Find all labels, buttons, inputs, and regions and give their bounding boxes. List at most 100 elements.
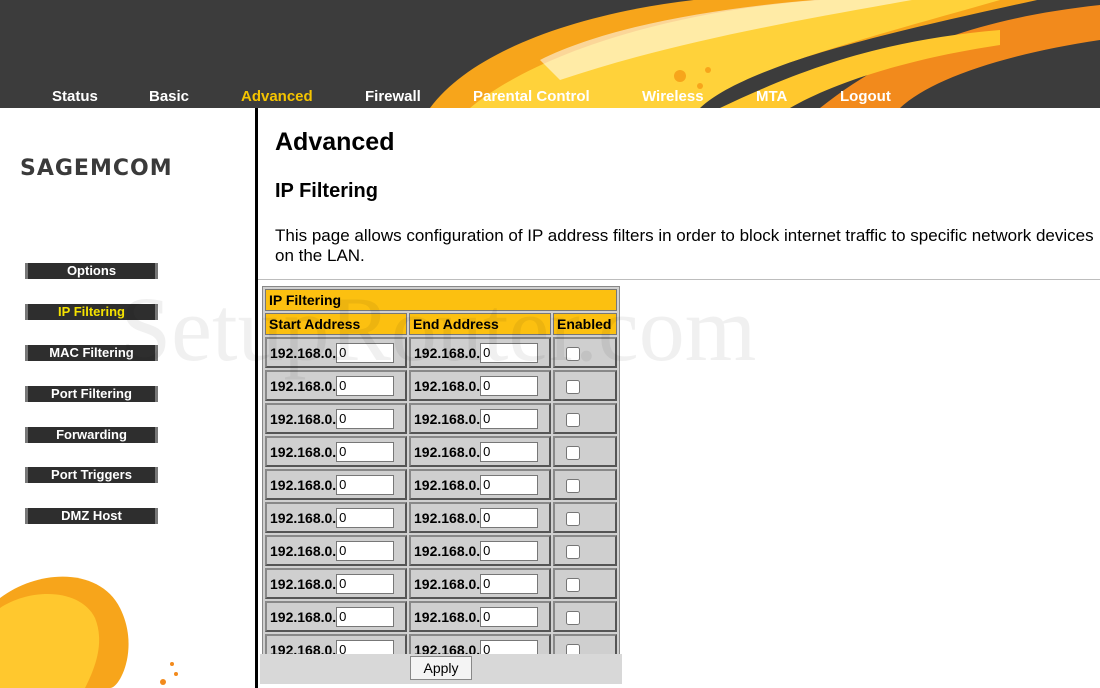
table-row: 192.168.0. 192.168.0. bbox=[265, 403, 617, 434]
sidebar-item-dmz-host[interactable]: DMZ Host bbox=[25, 508, 158, 524]
start-address-prefix: 192.168.0. bbox=[270, 410, 337, 427]
enabled-cell bbox=[553, 601, 617, 632]
start-address-prefix: 192.168.0. bbox=[270, 344, 337, 361]
enabled-cell bbox=[553, 436, 617, 467]
start-address-input[interactable] bbox=[336, 540, 395, 561]
end-address-cell: 192.168.0. bbox=[409, 337, 551, 368]
start-address-prefix: 192.168.0. bbox=[270, 542, 337, 559]
end-address-prefix: 192.168.0. bbox=[414, 509, 481, 526]
start-address-prefix: 192.168.0. bbox=[270, 377, 337, 394]
end-address-input[interactable] bbox=[480, 408, 539, 429]
sidebar-item-forwarding[interactable]: Forwarding bbox=[25, 427, 158, 443]
end-address-prefix: 192.168.0. bbox=[414, 575, 481, 592]
start-address-cell: 192.168.0. bbox=[265, 337, 407, 368]
start-address-cell: 192.168.0. bbox=[265, 403, 407, 434]
table-row: 192.168.0. 192.168.0. bbox=[265, 535, 617, 566]
sidebar-item-port-filtering[interactable]: Port Filtering bbox=[25, 386, 158, 402]
end-address-cell: 192.168.0. bbox=[409, 436, 551, 467]
end-address-input[interactable] bbox=[480, 375, 539, 396]
sidebar-item-ip-filtering[interactable]: IP Filtering bbox=[25, 304, 158, 320]
enabled-checkbox[interactable] bbox=[566, 544, 580, 559]
enabled-cell bbox=[553, 568, 617, 599]
page-description: This page allows configuration of IP add… bbox=[275, 226, 1094, 265]
enabled-cell bbox=[553, 469, 617, 500]
end-address-input[interactable] bbox=[480, 441, 539, 462]
enabled-checkbox[interactable] bbox=[566, 577, 580, 592]
end-address-cell: 192.168.0. bbox=[409, 535, 551, 566]
start-address-input[interactable] bbox=[336, 441, 395, 462]
start-address-input[interactable] bbox=[336, 375, 395, 396]
enabled-checkbox[interactable] bbox=[566, 445, 580, 460]
start-address-cell: 192.168.0. bbox=[265, 370, 407, 401]
sidebar-item-mac-filtering[interactable]: MAC Filtering bbox=[25, 345, 158, 361]
start-address-cell: 192.168.0. bbox=[265, 502, 407, 533]
end-address-input[interactable] bbox=[480, 342, 539, 363]
start-address-cell: 192.168.0. bbox=[265, 568, 407, 599]
end-address-prefix: 192.168.0. bbox=[414, 344, 481, 361]
start-address-input[interactable] bbox=[336, 342, 395, 363]
start-address-input[interactable] bbox=[336, 408, 395, 429]
top-nav: Status Basic Advanced Firewall Parental Cont… bbox=[0, 88, 1100, 108]
start-address-input[interactable] bbox=[336, 606, 395, 627]
table-row: 192.168.0. 192.168.0. bbox=[265, 601, 617, 632]
horizontal-divider bbox=[258, 279, 1100, 280]
enabled-checkbox[interactable] bbox=[566, 346, 580, 361]
start-address-input[interactable] bbox=[336, 573, 395, 594]
end-address-cell: 192.168.0. bbox=[409, 403, 551, 434]
nav-item-logout[interactable]: Logout bbox=[840, 88, 891, 105]
end-address-prefix: 192.168.0. bbox=[414, 542, 481, 559]
end-address-cell: 192.168.0. bbox=[409, 568, 551, 599]
end-address-prefix: 192.168.0. bbox=[414, 476, 481, 493]
page-title: Advanced bbox=[275, 128, 395, 156]
start-address-prefix: 192.168.0. bbox=[270, 575, 337, 592]
column-header-start: Start Address bbox=[265, 313, 407, 335]
end-address-input[interactable] bbox=[480, 606, 539, 627]
table-row: 192.168.0. 192.168.0. bbox=[265, 436, 617, 467]
nav-item-basic[interactable]: Basic bbox=[149, 88, 189, 105]
start-address-prefix: 192.168.0. bbox=[270, 509, 337, 526]
enabled-checkbox[interactable] bbox=[566, 610, 580, 625]
table-row: 192.168.0. 192.168.0. bbox=[265, 370, 617, 401]
start-address-input[interactable] bbox=[336, 507, 395, 528]
table-row: 192.168.0. 192.168.0. bbox=[265, 469, 617, 500]
enabled-cell bbox=[553, 403, 617, 434]
enabled-checkbox[interactable] bbox=[566, 379, 580, 394]
end-address-cell: 192.168.0. bbox=[409, 601, 551, 632]
start-address-prefix: 192.168.0. bbox=[270, 476, 337, 493]
enabled-checkbox[interactable] bbox=[566, 478, 580, 493]
sidebar-item-options[interactable]: Options bbox=[25, 263, 158, 279]
end-address-prefix: 192.168.0. bbox=[414, 608, 481, 625]
end-address-prefix: 192.168.0. bbox=[414, 443, 481, 460]
end-address-input[interactable] bbox=[480, 507, 539, 528]
apply-button[interactable]: Apply bbox=[410, 656, 472, 680]
end-address-cell: 192.168.0. bbox=[409, 370, 551, 401]
end-address-input[interactable] bbox=[480, 474, 539, 495]
enabled-cell bbox=[553, 370, 617, 401]
enabled-cell bbox=[553, 502, 617, 533]
end-address-input[interactable] bbox=[480, 540, 539, 561]
start-address-input[interactable] bbox=[336, 474, 395, 495]
enabled-checkbox[interactable] bbox=[566, 511, 580, 526]
table-row: 192.168.0. 192.168.0. bbox=[265, 568, 617, 599]
enabled-cell bbox=[553, 337, 617, 368]
start-address-cell: 192.168.0. bbox=[265, 436, 407, 467]
enabled-cell bbox=[553, 535, 617, 566]
column-header-enabled: Enabled bbox=[553, 313, 617, 335]
end-address-prefix: 192.168.0. bbox=[414, 410, 481, 427]
end-address-cell: 192.168.0. bbox=[409, 469, 551, 500]
nav-item-mta[interactable]: MTA bbox=[756, 88, 787, 105]
nav-item-status[interactable]: Status bbox=[52, 88, 98, 105]
table-row: 192.168.0. 192.168.0. bbox=[265, 337, 617, 368]
table-body: 192.168.0. 192.168.0. 192.168.0. 192.168.0.… bbox=[265, 337, 617, 665]
end-address-input[interactable] bbox=[480, 573, 539, 594]
nav-item-parental-control[interactable]: Parental Control bbox=[473, 88, 590, 105]
end-address-prefix: 192.168.0. bbox=[414, 377, 481, 394]
nav-item-wireless[interactable]: Wireless bbox=[642, 88, 704, 105]
nav-item-firewall[interactable]: Firewall bbox=[365, 88, 421, 105]
enabled-checkbox[interactable] bbox=[566, 412, 580, 427]
sidebar-item-port-triggers[interactable]: Port Triggers bbox=[25, 467, 158, 483]
start-address-prefix: 192.168.0. bbox=[270, 443, 337, 460]
table-row: 192.168.0. 192.168.0. bbox=[265, 502, 617, 533]
table-title: IP Filtering bbox=[265, 289, 617, 311]
nav-item-advanced[interactable]: Advanced bbox=[241, 88, 313, 105]
